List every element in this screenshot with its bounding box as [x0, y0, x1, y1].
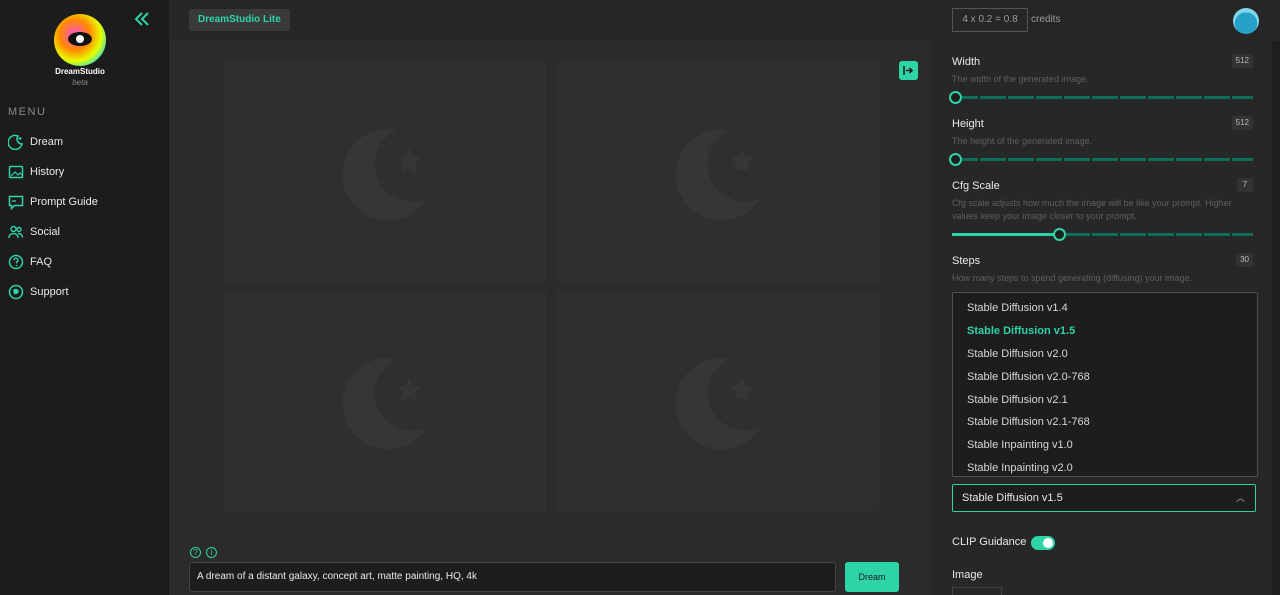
logo-eye-icon [68, 32, 92, 46]
model-option-selected[interactable]: Stable Diffusion v1.5 [953, 320, 1257, 343]
social-icon [8, 225, 24, 239]
width-slider[interactable] [949, 91, 1253, 104]
cfg-scale-description: Cfg scale adjusts how much the image wil… [952, 198, 1232, 221]
steps-description: How many steps to spend generating (diff… [952, 273, 1192, 283]
sidebar-item-label: FAQ [30, 256, 53, 268]
image-placeholder-tile[interactable] [556, 290, 879, 511]
width-description: The width of the generated image. [952, 74, 1089, 84]
sidebar-item-faq[interactable]: FAQ [8, 247, 163, 277]
toggle-panel-button[interactable] [899, 61, 918, 80]
model-select-value: Stable Diffusion v1.5 [962, 492, 1063, 504]
slider-thumb[interactable] [1053, 228, 1066, 241]
model-option[interactable]: Stable Inpainting v2.0 [953, 457, 1257, 480]
chevron-up-icon: ︿ [1235, 493, 1245, 503]
width-label: Width [952, 56, 981, 68]
user-avatar[interactable] [1233, 8, 1259, 34]
sidebar-item-label: Dream [30, 136, 64, 148]
collapse-sidebar-button[interactable] [132, 9, 152, 29]
sidebar-item-history[interactable]: History [8, 157, 163, 187]
sidebar-item-label: Social [30, 226, 60, 238]
model-dropdown-list: Stable Diffusion v1.4 Stable Diffusion v… [952, 292, 1258, 477]
faq-icon [8, 254, 24, 270]
sidebar-nav: Dream History Prompt Guide Social FAQ Su… [8, 127, 163, 307]
steps-label: Steps [952, 255, 981, 267]
height-slider[interactable] [949, 153, 1253, 166]
history-icon [8, 165, 24, 179]
slider-track [952, 96, 1253, 99]
menu-title: MENU [8, 106, 47, 118]
model-option[interactable]: Stable Diffusion v1.4 [953, 297, 1257, 320]
dream-icon [8, 134, 23, 150]
height-description: The height of the generated image. [952, 136, 1093, 146]
sidebar-item-support[interactable]: Support [8, 277, 163, 307]
brand-beta: beta [72, 78, 88, 87]
dreamstudio-logo[interactable] [54, 14, 106, 66]
cfg-scale-value[interactable]: 7 [1237, 178, 1253, 192]
image-placeholder-tile[interactable] [223, 61, 546, 282]
slider-thumb[interactable] [949, 91, 962, 104]
dreamstudio-lite-badge[interactable]: DreamStudio Lite [189, 9, 290, 31]
clip-guidance-label: CLIP Guidance [952, 536, 1027, 548]
cfg-scale-slider[interactable] [952, 228, 1253, 241]
moon-star-placeholder-icon [341, 357, 427, 449]
slider-fill [952, 233, 1056, 236]
brand-name: DreamStudio [55, 67, 105, 76]
slider-track [952, 158, 1253, 161]
model-option[interactable]: Stable Diffusion v2.0-768 [953, 366, 1257, 389]
top-bar: DreamStudio Lite 4 x 0.2 = 0.8 credits [169, 0, 1280, 41]
image-placeholder-tile[interactable] [223, 290, 546, 511]
dream-button[interactable]: Dream [845, 562, 899, 592]
sidebar: DreamStudio beta MENU Dream History Prom… [0, 0, 169, 595]
width-value[interactable]: 512 [1231, 54, 1253, 68]
prompt-input[interactable]: A dream of a distant galaxy, concept art… [189, 562, 836, 592]
image-upload-area[interactable] [952, 587, 1002, 595]
info-icon[interactable]: i [206, 547, 217, 558]
model-option[interactable]: Stable Diffusion v2.0 [953, 343, 1257, 366]
toggle-knob [1043, 538, 1053, 548]
height-setting: Height 512 The height of the generated i… [949, 116, 1253, 166]
sidebar-item-social[interactable]: Social [8, 217, 163, 247]
model-select[interactable]: Stable Diffusion v1.5 ︿ [952, 484, 1256, 512]
scrollbar[interactable] [1272, 41, 1280, 595]
moon-star-placeholder-icon [674, 357, 760, 449]
image-placeholder-tile[interactable] [556, 61, 879, 282]
slider-thumb[interactable] [949, 153, 962, 166]
arrow-right-bar-icon [903, 66, 914, 75]
model-option[interactable]: Stable Diffusion v2.1 [953, 389, 1257, 412]
prompt-guide-icon [8, 195, 24, 210]
cfg-scale-setting: Cfg Scale 7 Cfg scale adjusts how much t… [952, 178, 1253, 241]
model-option[interactable]: Stable Inpainting v1.0 [953, 434, 1257, 457]
sidebar-item-prompt-guide[interactable]: Prompt Guide [8, 187, 163, 217]
credits-label: credits [1031, 14, 1061, 25]
support-icon [8, 284, 24, 300]
app-root: DreamStudio beta MENU Dream History Prom… [0, 0, 1280, 595]
sidebar-item-label: Prompt Guide [30, 196, 98, 208]
sidebar-item-label: History [30, 166, 65, 178]
steps-value[interactable]: 30 [1236, 253, 1253, 267]
moon-star-placeholder-icon [341, 128, 427, 220]
help-icon[interactable]: ? [190, 547, 201, 558]
settings-panel: Width 512 The width of the generated ima… [932, 41, 1280, 595]
width-setting: Width 512 The width of the generated ima… [949, 54, 1253, 104]
double-chevron-left-icon [134, 12, 149, 26]
canvas-area: ? i A dream of a distant galaxy, concept… [169, 41, 932, 595]
moon-star-placeholder-icon [674, 128, 760, 220]
credits-cost-display: 4 x 0.2 = 0.8 [952, 8, 1028, 32]
height-value[interactable]: 512 [1231, 116, 1253, 130]
image-label: Image [952, 569, 983, 581]
clip-guidance-toggle[interactable] [1031, 536, 1055, 550]
sidebar-item-label: Support [30, 286, 69, 298]
height-label: Height [952, 118, 984, 130]
steps-setting: Steps 30 How many steps to spend generat… [952, 253, 1253, 285]
cfg-scale-label: Cfg Scale [952, 180, 1000, 192]
model-option[interactable]: Stable Diffusion v2.1-768 [953, 411, 1257, 434]
prompt-helper-icons: ? i [190, 547, 217, 558]
sidebar-item-dream[interactable]: Dream [8, 127, 163, 157]
image-grid [223, 61, 879, 511]
